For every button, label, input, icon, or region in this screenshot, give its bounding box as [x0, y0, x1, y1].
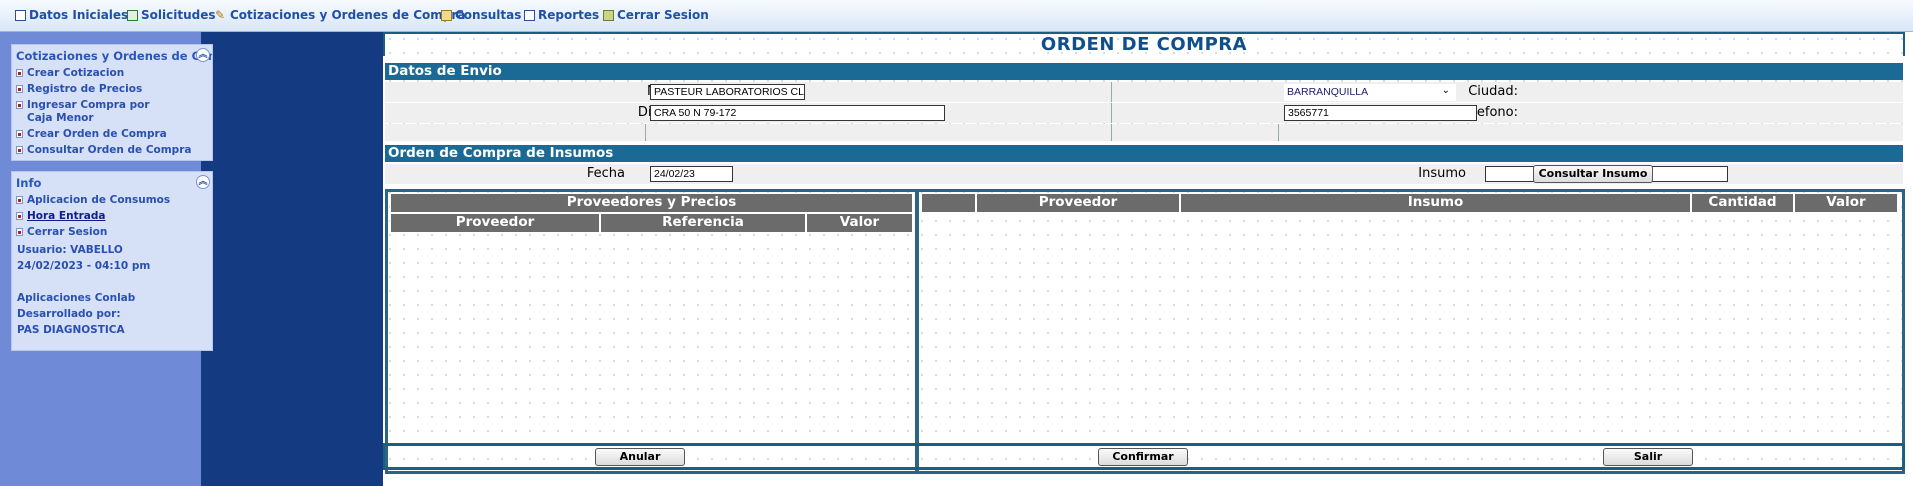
- item-label: Ingresar Compra por Caja Menor: [27, 99, 150, 124]
- divider: [1111, 124, 1112, 141]
- menu-datos-iniciales[interactable]: Datos Iniciales: [15, 8, 128, 22]
- menu-label: Solicitudes: [141, 8, 216, 22]
- proveedores-title: Proveedores y Precios: [390, 193, 913, 213]
- document-icon: [15, 9, 26, 21]
- item-label: Hora Entrada: [27, 210, 106, 222]
- divider: [645, 124, 646, 141]
- folder-icon: [441, 9, 452, 21]
- section-orden-insumos: Orden de Compra de Insumos: [385, 145, 1903, 162]
- col-referencia: Referencia: [600, 213, 806, 233]
- section-datos-envio: Datos de Envio: [385, 63, 1903, 80]
- user-label: Usuario: VABELLO: [17, 244, 123, 256]
- bullet-icon: [16, 212, 23, 220]
- form-row-empty: [385, 124, 1903, 141]
- menu-cotizaciones[interactable]: ✎ Cotizaciones y Ordenes de Compra: [215, 8, 465, 22]
- col-proveedor: Proveedor: [390, 213, 600, 233]
- divider: [1111, 103, 1112, 123]
- title-frame: ORDEN DE COMPRA: [383, 32, 1905, 56]
- anular-button[interactable]: Anular: [595, 448, 685, 466]
- bullet-icon: [16, 130, 23, 138]
- exit-icon: [603, 9, 614, 21]
- spreadsheet-icon: [127, 9, 138, 21]
- nombre-input[interactable]: PASTEUR LABORATORIOS CLINICO: [650, 84, 805, 100]
- bullet-icon: [16, 228, 23, 236]
- ciudad-value: BARRANQUILLA: [1287, 86, 1369, 98]
- sidebar-item-hora-entrada[interactable]: Hora Entrada: [12, 210, 212, 223]
- bullet-icon: [16, 85, 23, 93]
- confirmar-button[interactable]: Confirmar: [1098, 448, 1188, 466]
- form-row-fecha: Fecha 24/02/23 Insumo Consultar Insumo: [385, 164, 1903, 184]
- pencil-icon: ✎: [215, 8, 226, 22]
- menu-solicitudes[interactable]: Solicitudes: [127, 8, 216, 22]
- direccion-input[interactable]: CRA 50 N 79-172: [650, 105, 945, 121]
- proveedores-panel: Proveedores y Precios Proveedor Referenc…: [385, 189, 918, 474]
- col-cantidad: Cantidad: [1691, 193, 1794, 213]
- developer-name: PAS DIAGNOSTICA: [17, 324, 125, 336]
- fecha-input[interactable]: 24/02/23: [650, 166, 733, 182]
- col-valor: Valor: [1794, 193, 1898, 213]
- menu-label: Cerrar Sesion: [617, 8, 709, 22]
- item-label: Crear Orden de Compra: [27, 128, 167, 140]
- menu-label: Reportes: [538, 8, 600, 22]
- consultar-insumo-button[interactable]: Consultar Insumo: [1533, 165, 1653, 183]
- sidebar-blue-strip: [201, 32, 383, 486]
- panel-title: Cotizaciones y Ordenes de Compra: [16, 49, 212, 63]
- bullet-icon: [16, 146, 23, 154]
- sidebar-item-crear-cotizacion[interactable]: Crear Cotizacion: [12, 67, 212, 80]
- sidebar-panel-info: Info ︽ Aplicacion de Consumos Hora Entra…: [11, 171, 213, 351]
- top-menu-bar: Datos Iniciales Solicitudes ✎ Cotizacion…: [0, 0, 1913, 32]
- app-name: Aplicaciones Conlab: [17, 292, 136, 304]
- sidebar-item-crear-orden[interactable]: Crear Orden de Compra: [12, 128, 212, 141]
- menu-consultas[interactable]: Consultas: [441, 8, 521, 22]
- divider: [1111, 82, 1112, 102]
- form-row-nombre: Nombre: PASTEUR LABORATORIOS CLINICO Ciu…: [385, 82, 1903, 102]
- item-label: Cerrar Sesion: [27, 226, 108, 238]
- fecha-label: Fecha: [586, 166, 625, 181]
- menu-label: Cotizaciones y Ordenes de Compra: [230, 8, 466, 22]
- sidebar-item-registro-precios[interactable]: Registro de Precios: [12, 83, 212, 96]
- bullet-icon: [16, 196, 23, 204]
- panel-title: Info: [16, 176, 42, 190]
- button-bar: Anular Confirmar Salir: [383, 443, 1905, 470]
- form-row-direccion: Direccion: CRA 50 N 79-172 Telefono: 356…: [385, 103, 1903, 123]
- item-label: Consultar Orden de Compra: [27, 144, 192, 156]
- sidebar-panel-cotizaciones: Cotizaciones y Ordenes de Compra ︽ Crear…: [11, 44, 213, 161]
- col-proveedor: Proveedor: [976, 193, 1180, 213]
- datetime-label: 24/02/2023 - 04:10 pm: [17, 260, 151, 272]
- item-label: Crear Cotizacion: [27, 67, 125, 79]
- collapse-icon[interactable]: ︽: [196, 175, 210, 189]
- item-label: Registro de Precios: [27, 83, 143, 95]
- report-icon: [524, 9, 535, 21]
- sidebar-item-aplicacion-consumos[interactable]: Aplicacion de Consumos: [12, 194, 212, 207]
- col-insumo: Insumo: [1180, 193, 1691, 213]
- insumo-label: Insumo: [1418, 166, 1466, 181]
- divider: [1278, 124, 1279, 141]
- salir-button[interactable]: Salir: [1603, 448, 1693, 466]
- menu-cerrar-sesion[interactable]: Cerrar Sesion: [603, 8, 709, 22]
- menu-label: Datos Iniciales: [29, 8, 129, 22]
- panel-header[interactable]: Info ︽: [12, 172, 212, 194]
- sidebar-item-ingresar-compra[interactable]: Ingresar Compra por Caja Menor: [12, 99, 177, 125]
- sidebar-item-cerrar-sesion[interactable]: Cerrar Sesion: [12, 226, 212, 239]
- bullet-icon: [16, 101, 23, 109]
- developer-label: Desarrollado por:: [17, 308, 121, 320]
- sidebar-item-consultar-orden[interactable]: Consultar Orden de Compra: [12, 144, 212, 157]
- menu-label: Consultas: [455, 8, 522, 22]
- menu-reportes[interactable]: Reportes: [524, 8, 599, 22]
- ciudad-select[interactable]: BARRANQUILLA ⌄: [1284, 84, 1456, 101]
- orden-panel: Proveedor Insumo Cantidad Valor: [916, 189, 1905, 474]
- chevron-down-icon: ⌄: [1441, 85, 1450, 96]
- bullet-icon: [16, 69, 23, 77]
- main-content: ORDEN DE COMPRA Datos de Envio Nombre: P…: [383, 32, 1913, 486]
- page-title: ORDEN DE COMPRA: [1040, 34, 1248, 55]
- col-valor: Valor: [806, 213, 913, 233]
- col-select: [921, 193, 976, 213]
- panel-header[interactable]: Cotizaciones y Ordenes de Compra ︽: [12, 45, 212, 67]
- telefono-input[interactable]: 3565771: [1284, 105, 1477, 121]
- collapse-icon[interactable]: ︽: [196, 48, 210, 62]
- item-label: Aplicacion de Consumos: [27, 194, 171, 206]
